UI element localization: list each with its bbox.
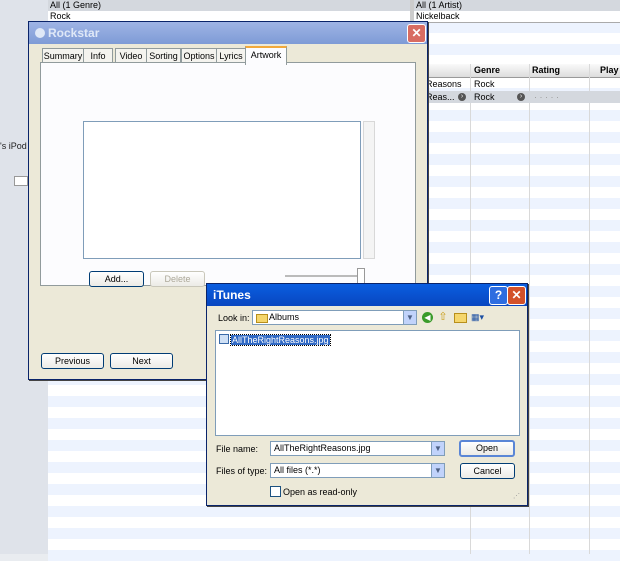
artist-browser: All (1 Artist) Nickelback xyxy=(414,0,620,23)
row-stripe xyxy=(48,550,620,561)
arrow-link-icon[interactable]: › xyxy=(517,93,525,101)
view-menu-icon[interactable]: ▦▾ xyxy=(471,312,487,323)
genre-browser: All (1 Genre) Rock xyxy=(48,0,410,23)
artwork-panel: Add... Delete xyxy=(40,62,416,287)
open-file-dialog: iTunes ? ✕ Look in: Albums ▼ ◀ ⇧ ▦▾ AllT… xyxy=(206,283,528,506)
image-file-icon xyxy=(219,334,229,344)
artwork-size-slider-handle[interactable] xyxy=(357,268,365,284)
column-divider xyxy=(529,64,530,554)
ipod-source-label[interactable]: 's iPod xyxy=(0,141,27,151)
artwork-scrollbar[interactable] xyxy=(363,121,375,259)
artwork-size-slider-track[interactable] xyxy=(285,275,359,277)
artwork-well[interactable] xyxy=(83,121,361,259)
tab-info[interactable]: Info xyxy=(83,48,113,63)
tab-artwork[interactable]: Artwork xyxy=(245,46,287,65)
resize-grip-icon[interactable]: ⋰ xyxy=(513,492,523,502)
track-genre: Rock xyxy=(474,79,495,89)
file-name-label: File name: xyxy=(216,444,259,454)
delete-artwork-button[interactable]: Delete xyxy=(150,271,205,287)
up-folder-icon[interactable]: ⇧ xyxy=(437,311,449,323)
chevron-down-icon[interactable]: ▼ xyxy=(403,311,416,324)
artist-all-item[interactable]: All (1 Artist) xyxy=(414,0,620,11)
previous-button[interactable]: Previous xyxy=(41,353,104,369)
chevron-down-icon[interactable]: ▼ xyxy=(431,464,444,477)
file-list[interactable]: AllTheRightReasons.jpg xyxy=(215,330,520,436)
list-item[interactable]: AllTheRightReasons.jpg xyxy=(219,334,331,346)
column-header-rating[interactable]: Rating xyxy=(532,65,560,75)
column-header-genre[interactable]: Genre xyxy=(474,65,500,75)
new-folder-icon[interactable] xyxy=(454,313,467,323)
row-stripe xyxy=(48,506,620,517)
next-button[interactable]: Next xyxy=(110,353,173,369)
column-header-play[interactable]: Play xyxy=(600,65,619,75)
add-artwork-button[interactable]: Add... xyxy=(89,271,144,287)
track-name: Reasons xyxy=(426,79,462,89)
open-button[interactable]: Open xyxy=(459,440,515,457)
files-of-type-value: All files (*.*) xyxy=(274,465,321,475)
column-divider xyxy=(589,64,590,554)
file-name-input[interactable]: AllTheRightReasons.jpg ▼ xyxy=(270,441,445,456)
file-name: AllTheRightReasons.jpg xyxy=(230,334,331,346)
dialog-titlebar[interactable]: iTunes xyxy=(207,284,527,306)
track-rating[interactable]: · · · · · xyxy=(534,91,559,103)
back-icon[interactable]: ◀ xyxy=(422,312,433,323)
column-header: Genre Rating Play xyxy=(424,64,620,78)
tab-summary[interactable]: Summary xyxy=(42,48,84,63)
itunes-logo-icon xyxy=(35,28,45,38)
arrow-link-icon[interactable]: › xyxy=(458,93,466,101)
window-title: Rockstar xyxy=(48,26,100,40)
tab-lyrics[interactable]: Lyrics xyxy=(216,48,246,63)
file-name-value: AllTheRightReasons.jpg xyxy=(274,443,371,453)
genre-all-item[interactable]: All (1 Genre) xyxy=(48,0,410,11)
table-row[interactable]: Reasons Rock xyxy=(424,78,620,90)
look-in-value: Albums xyxy=(269,312,300,322)
close-button[interactable]: ✕ xyxy=(507,286,526,305)
tab-sorting[interactable]: Sorting xyxy=(146,48,181,63)
dialog-title: iTunes xyxy=(213,288,251,302)
tab-options[interactable]: Options xyxy=(181,48,217,63)
readonly-label[interactable]: Open as read-only xyxy=(283,487,357,497)
row-stripe xyxy=(48,528,620,539)
files-of-type-select[interactable]: All files (*.*) ▼ xyxy=(270,463,445,478)
close-button[interactable]: ✕ xyxy=(407,24,426,43)
look-in-label: Look in: xyxy=(218,313,250,323)
files-of-type-label: Files of type: xyxy=(216,466,268,476)
folder-icon xyxy=(256,314,268,323)
look-in-select[interactable]: Albums ▼ xyxy=(252,310,417,325)
help-button[interactable]: ? xyxy=(489,286,508,305)
track-name: Reas... xyxy=(426,92,455,102)
artist-item[interactable]: Nickelback xyxy=(414,11,620,22)
track-info-titlebar[interactable]: Rockstar xyxy=(29,22,427,44)
track-genre: Rock xyxy=(474,92,495,102)
table-row[interactable]: Reas... › Rock › · · · · · xyxy=(424,91,620,103)
eject-icon[interactable] xyxy=(14,176,28,186)
chevron-down-icon[interactable]: ▼ xyxy=(431,442,444,455)
readonly-checkbox[interactable] xyxy=(270,486,281,497)
tab-video[interactable]: Video xyxy=(115,48,147,63)
cancel-button[interactable]: Cancel xyxy=(460,463,515,479)
